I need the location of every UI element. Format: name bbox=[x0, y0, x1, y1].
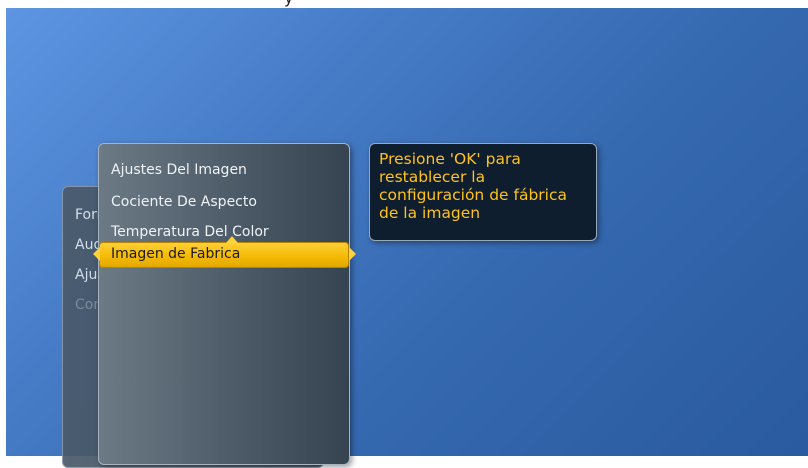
menu-item-imagen-fabrica-selected[interactable]: Imagen de Fabrica bbox=[99, 242, 349, 268]
tooltip-text: Presione 'OK' para restablecer la config… bbox=[379, 150, 567, 222]
top-text-fragment: y bbox=[284, 0, 293, 7]
up-arrow-icon bbox=[226, 236, 238, 243]
top-border: y bbox=[0, 0, 808, 8]
right-arrow-icon bbox=[349, 247, 356, 261]
selected-item-label: Imagen de Fabrica bbox=[111, 246, 241, 262]
menu-item-ajustes-imagen[interactable]: Ajustes Del Imagen bbox=[111, 162, 247, 178]
menu-item-cociente-aspecto[interactable]: Cociente De Aspecto bbox=[111, 194, 257, 210]
left-arrow-icon bbox=[93, 247, 100, 261]
left-border bbox=[0, 0, 6, 456]
menu-item-temperatura-color[interactable]: Temperatura Del Color bbox=[111, 224, 269, 240]
picture-submenu-panel: Ajustes Del Imagen Cociente De Aspecto T… bbox=[98, 143, 350, 465]
help-tooltip: Presione 'OK' para restablecer la config… bbox=[369, 143, 597, 241]
back-menu-item-ajustes[interactable]: Aju bbox=[75, 267, 97, 283]
